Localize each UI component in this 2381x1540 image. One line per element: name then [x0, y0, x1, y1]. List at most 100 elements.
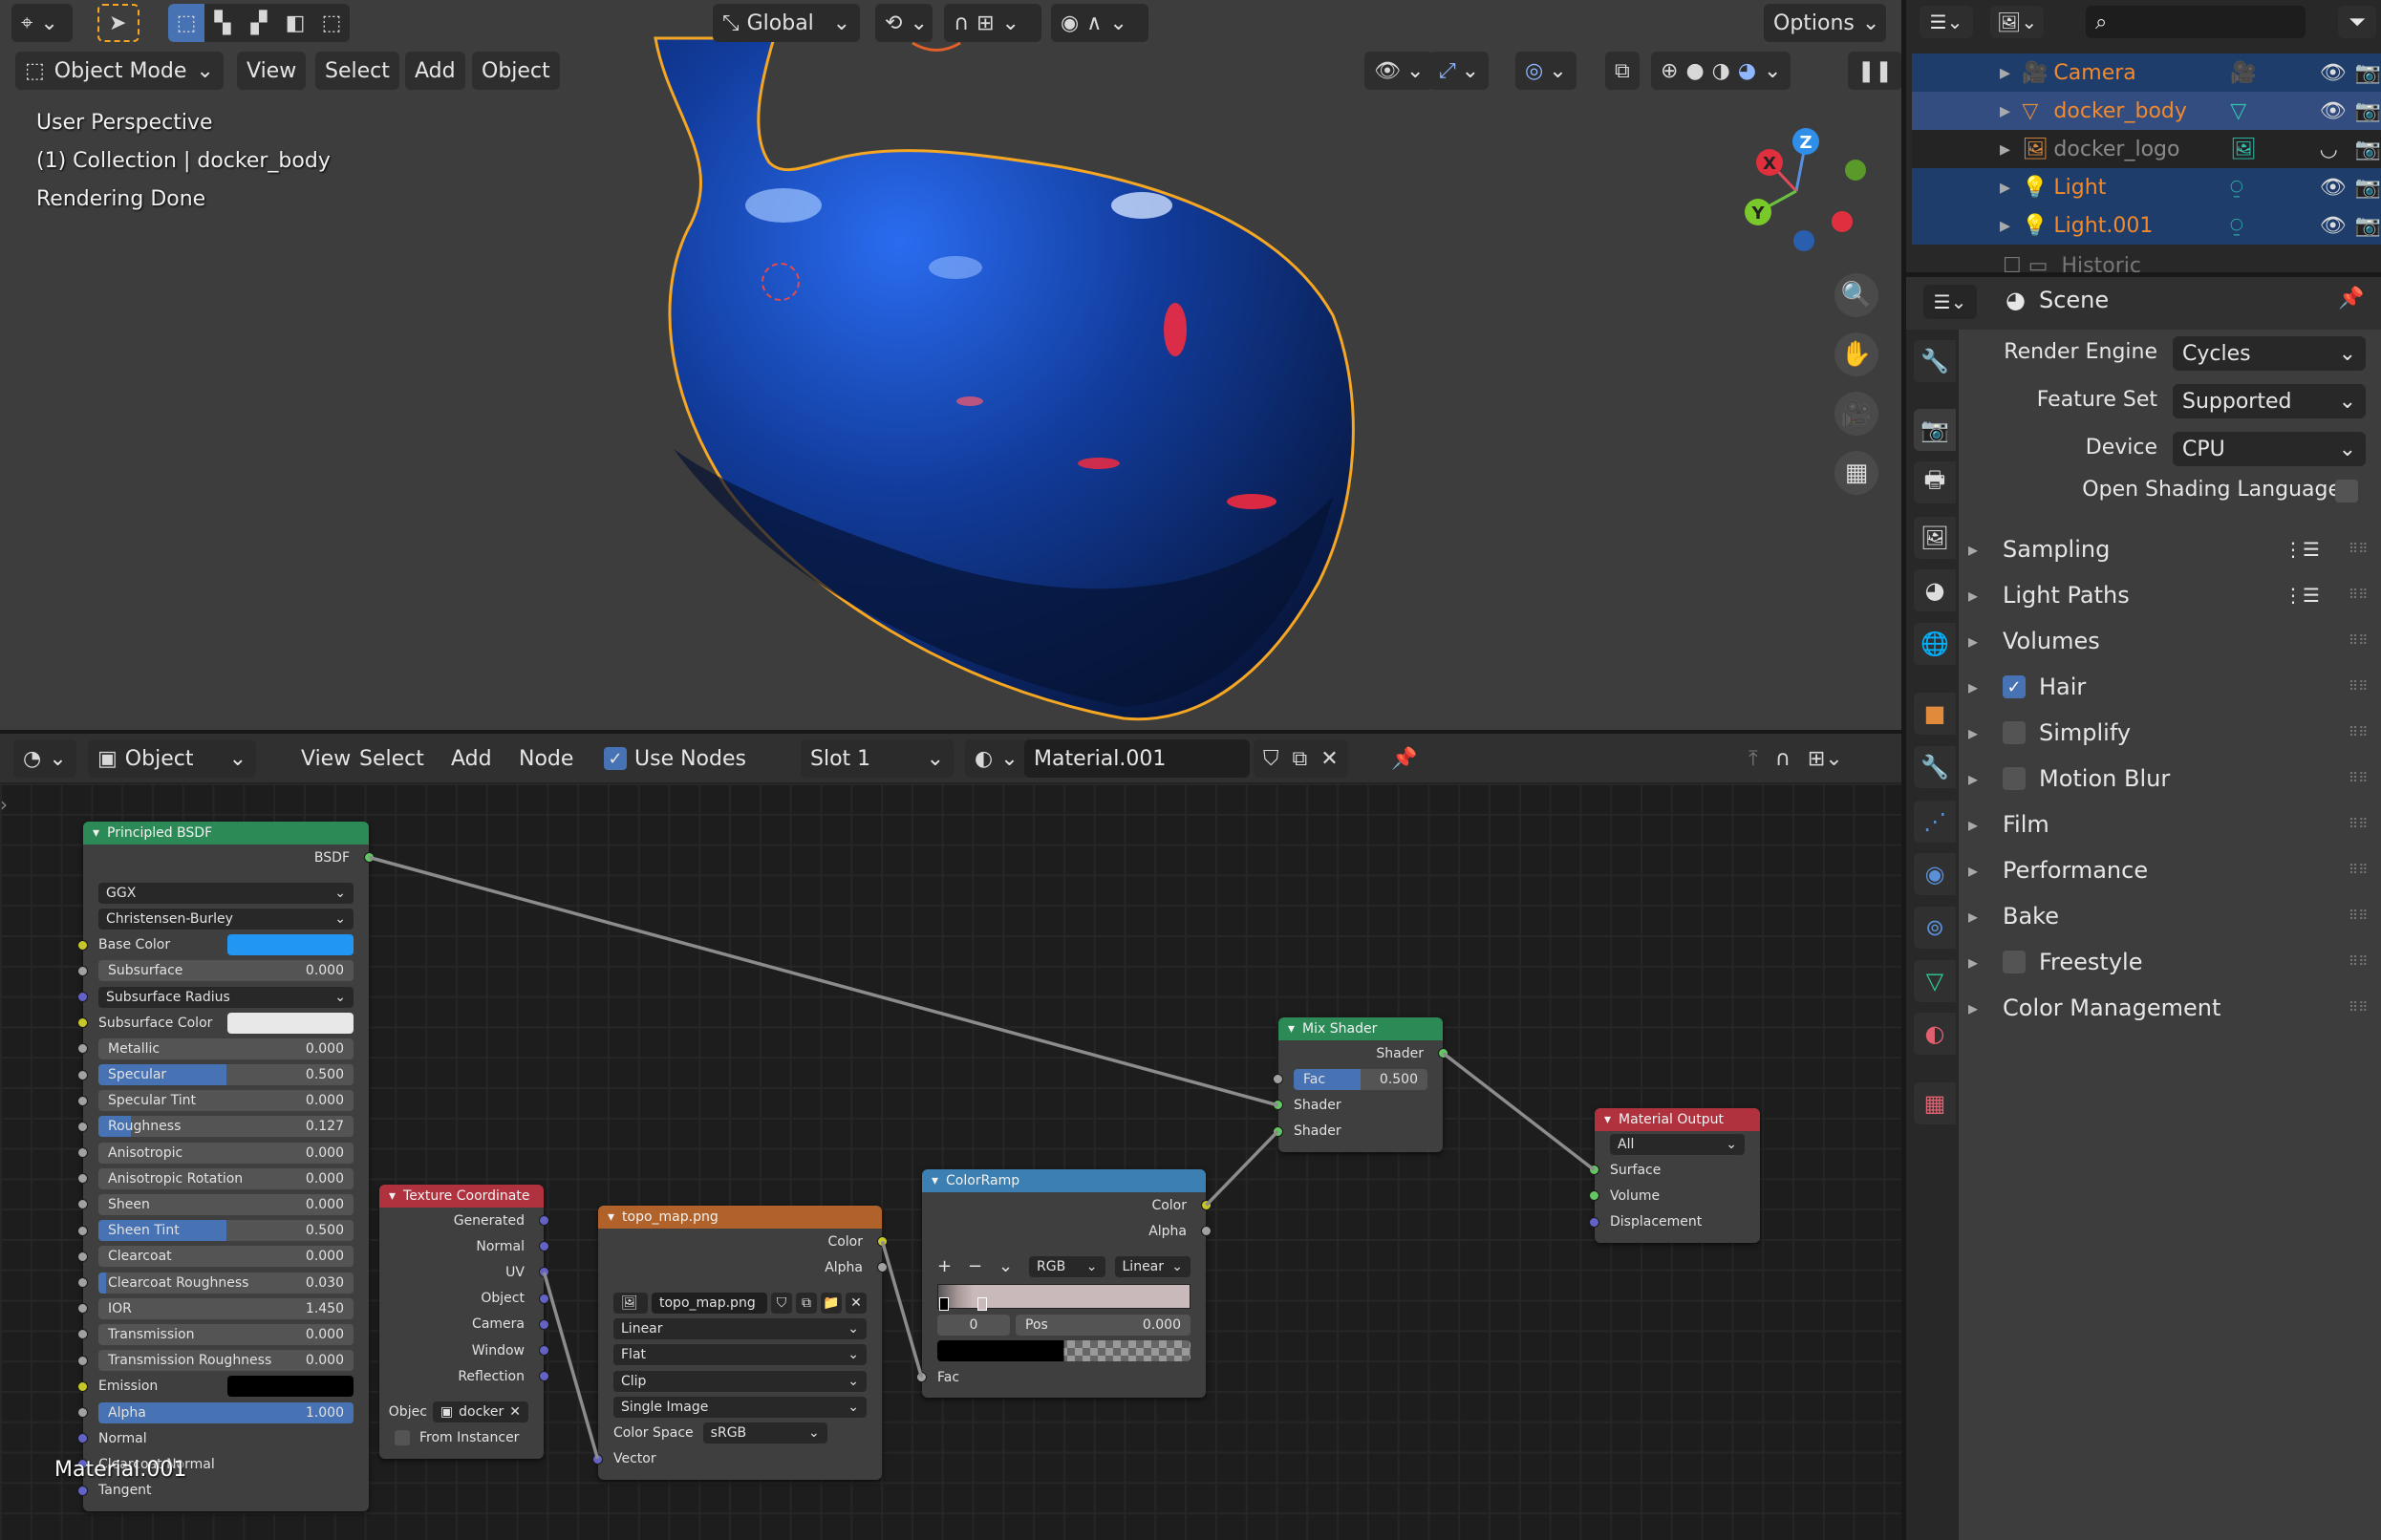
socket-specular[interactable] [77, 1069, 88, 1080]
socket-transmission-roughness[interactable] [77, 1355, 88, 1366]
socket-ior[interactable] [77, 1303, 88, 1315]
browse-material-button[interactable]: ◐ ⌄ [965, 739, 1028, 778]
render-camera-icon[interactable]: 📷 [2355, 138, 2381, 161]
slider-specular[interactable]: Specular 0.500 [98, 1064, 354, 1086]
checkbox[interactable] [395, 1430, 410, 1446]
socket-anisotropic[interactable] [77, 1147, 88, 1159]
light-data-icon[interactable]: ⍜ [2230, 214, 2319, 238]
socket-sheen[interactable] [77, 1199, 88, 1210]
stop-color-swatch[interactable] [937, 1340, 1190, 1362]
snap-grid-icon[interactable]: ⊞⌄ [1808, 747, 1843, 771]
color-ramp-bar[interactable] [937, 1283, 1190, 1309]
outliner[interactable]: ☰⌄ 🖼⌄ ⌕ ⏷ ▸ 🎥 Camera 🎥 👁 📷 ▸ ▽ docker_body ▽ 👁 📷 ▸ 🖼 d… [1906, 0, 2381, 272]
render-camera-icon[interactable]: 📷 [2355, 61, 2381, 85]
drag-handle-icon[interactable]: ⠿⠿ [2349, 679, 2369, 695]
menu-select[interactable]: Select [350, 739, 434, 778]
ramp-menu-icon[interactable]: ⌄ [998, 1256, 1019, 1276]
node-header[interactable]: ▾ Material Output [1595, 1108, 1760, 1131]
socket-base-color[interactable] [77, 939, 88, 951]
menu-view[interactable]: View [237, 52, 307, 90]
fake-user-shield-icon[interactable]: ⛉ [1263, 747, 1279, 771]
proportional-edit-icon[interactable]: ◉ [1061, 11, 1079, 35]
node-header[interactable]: ▾ topo_map.png [598, 1206, 882, 1229]
drag-handle-icon[interactable]: ⠿⠿ [2349, 588, 2369, 603]
mode-dropdown[interactable]: ⬚ Object Mode ⌄ [15, 52, 224, 90]
dropdown-ggx[interactable]: GGX ⌄ [98, 882, 354, 904]
panel-sampling[interactable]: ▸ Sampling ⋮☰ ⠿⠿ [1968, 528, 2379, 570]
outliner-search-input[interactable]: ⌕ [2086, 6, 2306, 38]
pause-render-button[interactable]: ❚❚ [1848, 52, 1901, 90]
select-intersect-icon[interactable]: ⬚ [313, 11, 350, 35]
drag-handle-icon[interactable]: ⠿⠿ [2349, 817, 2369, 832]
clear-x-icon[interactable]: ✕ [509, 1404, 521, 1420]
snap-group[interactable]: ∩ ⊞ ⌄ [944, 4, 1041, 42]
slider-sheen[interactable]: Sheen 0.000 [98, 1194, 354, 1216]
render-camera-icon[interactable]: 📷 [2355, 176, 2381, 200]
socket-emission[interactable] [77, 1380, 88, 1392]
node-header[interactable]: ▾ Mix Shader [1278, 1017, 1443, 1040]
socket-fac[interactable] [916, 1371, 927, 1382]
socket-clearcoat-roughness[interactable] [77, 1277, 88, 1288]
socket-clearcoat[interactable] [77, 1251, 88, 1262]
image-data-icon[interactable]: 🖼 [2230, 138, 2319, 161]
color-swatch[interactable] [227, 934, 354, 956]
socket-window[interactable] [539, 1344, 549, 1356]
shading-modes[interactable]: ⊕ ● ◑ ◕ ⌄ [1651, 52, 1791, 90]
camera-data-icon[interactable]: 🎥 [2230, 61, 2319, 85]
proportional-editing-group[interactable]: ◉ ∧ ⌄ [1051, 4, 1148, 42]
socket-volume[interactable] [1589, 1190, 1599, 1202]
panel-color-management[interactable]: ▸ Color Management ⠿⠿ [1968, 987, 2379, 1029]
socket-displacement[interactable] [1589, 1216, 1599, 1228]
snap-increment-icon[interactable]: ⊞ [976, 11, 994, 35]
texture-tab[interactable]: ▦ [1914, 1082, 1956, 1124]
object-field[interactable]: ▣ docker ✕ [432, 1401, 528, 1422]
checkbox-unchecked[interactable] [2003, 951, 2026, 973]
socket-surface[interactable] [1589, 1165, 1599, 1176]
material-tab[interactable]: ◐ [1914, 1013, 1956, 1055]
socket-subsurface-radius[interactable] [77, 991, 88, 1002]
socket-alpha[interactable] [77, 1406, 88, 1418]
collapse-triangle-icon[interactable]: ▾ [389, 1188, 396, 1204]
pin-icon[interactable]: 📌 [2338, 287, 2364, 310]
socket-subsurface[interactable] [77, 965, 88, 976]
mesh-data-tab[interactable]: ▽ [1914, 960, 1956, 1002]
drag-handle-icon[interactable]: ⠿⠿ [2349, 542, 2369, 557]
wireframe-shading-icon[interactable]: ⊕ [1661, 59, 1678, 83]
slider-clearcoat[interactable]: Clearcoat 0.000 [98, 1246, 354, 1268]
node-material-output[interactable]: ▾ Material Output All ⌄ Surface Volume Displac… [1589, 1108, 1760, 1243]
interpolation-dropdown[interactable]: Linear ⌄ [1114, 1255, 1190, 1277]
modifier-tab[interactable]: 🔧 [1914, 746, 1956, 788]
solid-shading-icon[interactable]: ● [1685, 59, 1704, 83]
slider-alpha[interactable]: Alpha 1.000 [98, 1401, 354, 1423]
view-layer-tab[interactable]: 🖼 [1914, 517, 1956, 559]
duplicate-icon[interactable]: ⧉ [796, 1292, 817, 1314]
socket-normal[interactable] [77, 1433, 88, 1444]
sidebar-expand-arrow-icon[interactable]: › [0, 793, 13, 822]
add-stop-icon[interactable]: + [937, 1256, 958, 1276]
socket-camera[interactable] [539, 1318, 549, 1330]
ramp-stop-handle[interactable] [939, 1296, 949, 1311]
socket-object[interactable] [539, 1293, 549, 1304]
feature-set-dropdown[interactable]: Supported ⌄ [2173, 384, 2366, 418]
physics-tab[interactable]: ◉ [1914, 853, 1956, 895]
collapse-triangle-icon[interactable]: ▾ [932, 1173, 938, 1188]
select-extend-icon[interactable]: ▚ [204, 11, 241, 35]
slider-specular-tint[interactable]: Specular Tint 0.000 [98, 1090, 354, 1112]
pivot-point-dropdown[interactable]: ⟲ ⌄ [875, 4, 933, 42]
panel-freestyle[interactable]: ▸ Freestyle ⠿⠿ [1968, 941, 2379, 983]
slider-anisotropic-rotation[interactable]: Anisotropic Rotation 0.000 [98, 1167, 354, 1189]
gizmo-toggle[interactable]: ⤢ ⌄ [1429, 52, 1490, 90]
socket-metallic[interactable] [77, 1043, 88, 1055]
node-topo-map-png[interactable]: ▾ topo_map.png Color Alpha 🖼 topo_map.png ⛉ ⧉ 📁 ✕… [592, 1206, 888, 1480]
shader-type-dropdown[interactable]: ▣ Object ⌄ [88, 739, 256, 778]
use-nodes-toggle[interactable]: ✓ Use Nodes [594, 739, 756, 778]
render-camera-icon[interactable]: 📷 [2355, 99, 2381, 123]
checkbox-checked-icon[interactable]: ✓ [604, 747, 627, 770]
fake-user-shield-icon[interactable]: ⛉ [771, 1292, 792, 1314]
drag-handle-icon[interactable]: ⠿⠿ [2349, 633, 2369, 649]
options-dropdown[interactable]: Options ⌄ [1764, 4, 1886, 42]
snap-magnet-icon[interactable]: ∩ [1775, 747, 1791, 771]
select-invert-icon[interactable]: ◧ [277, 11, 313, 35]
panel-simplify[interactable]: ▸ Simplify ⠿⠿ [1968, 712, 2379, 754]
panel-hair[interactable]: ▸ ✓ Hair ⠿⠿ [1968, 666, 2379, 708]
